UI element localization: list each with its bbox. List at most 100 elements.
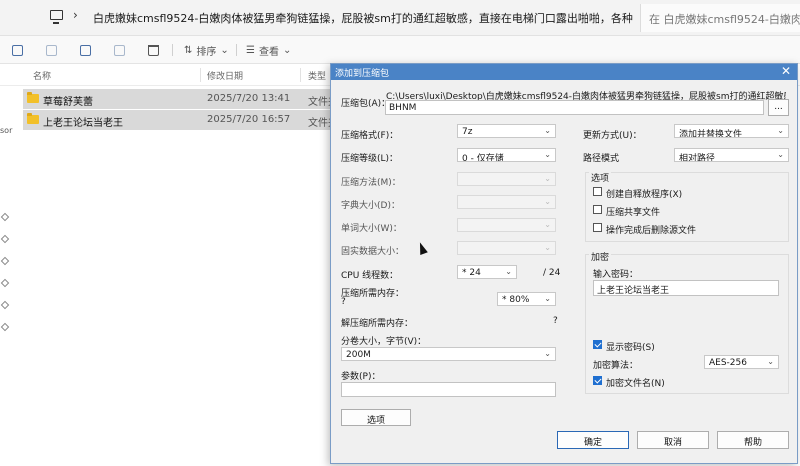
file-date: 2025/7/20 13:41: [207, 93, 291, 104]
memory-unknown: ?: [341, 297, 346, 307]
sfx-checkbox[interactable]: [593, 187, 602, 196]
column-type[interactable]: 类型: [308, 69, 326, 82]
encrypt-names-checkbox[interactable]: [593, 376, 602, 385]
threads-label: CPU 线程数：: [341, 271, 399, 281]
threads-select[interactable]: * 24 ⌄: [457, 265, 517, 279]
solid-size-label: 固实数据大小：: [341, 247, 405, 257]
memory-value: * 80%: [502, 295, 530, 305]
word-size-select[interactable]: ⌄: [457, 218, 556, 232]
toolbar-divider: [236, 44, 237, 56]
file-row[interactable]: 草莓舒芙蕾 2025/7/20 13:41 文件夹: [23, 89, 343, 109]
column-date[interactable]: 修改日期: [207, 69, 243, 82]
dialog-title: 添加到压缩包: [335, 69, 390, 79]
chevron-right-icon[interactable]: ›: [73, 8, 78, 22]
chevron-down-icon: ⌄: [220, 44, 229, 56]
password-input[interactable]: 上老王论坛当老王: [593, 280, 779, 296]
volume-value: 200M: [346, 350, 371, 360]
command-bar: ⇅ 排序 ⌄ ☰ 查看 ⌄: [0, 36, 800, 64]
level-label: 压缩等级(L)：: [341, 154, 399, 164]
options-button[interactable]: 选项: [341, 409, 411, 426]
encryption-method-value: AES-256: [709, 358, 747, 368]
file-row[interactable]: 上老王论坛当老王 2025/7/20 16:57 文件夹: [23, 110, 343, 130]
pin-icon[interactable]: [0, 322, 10, 332]
chevron-down-icon: ⌄: [544, 294, 551, 303]
show-password-checkbox[interactable]: [593, 340, 602, 349]
sort-button[interactable]: ⇅ 排序 ⌄: [184, 42, 229, 58]
encryption-method-select[interactable]: AES-256 ⌄: [704, 355, 779, 369]
delete-after-checkbox[interactable]: [593, 223, 602, 232]
memory-label: 压缩所需内存：: [341, 289, 405, 299]
path-mode-value: 相对路径: [679, 154, 716, 162]
add-to-archive-dialog: 添加到压缩包 ✕ 压缩包(A)： C:\Users\luxi\Desktop\白…: [330, 63, 798, 464]
chevron-down-icon: ⌄: [777, 150, 784, 159]
path-mode-label: 路径模式: [583, 154, 620, 164]
help-button[interactable]: 帮助: [717, 431, 789, 449]
chevron-down-icon: ⌄: [282, 44, 292, 56]
solid-size-select[interactable]: ⌄: [457, 241, 556, 255]
update-mode-select[interactable]: 添加并替换文件 ⌄: [674, 124, 789, 138]
params-input[interactable]: [341, 382, 556, 397]
chevron-down-icon: ⌄: [505, 267, 512, 276]
pin-icon[interactable]: [0, 234, 10, 244]
update-mode-value: 添加并替换文件: [679, 130, 743, 138]
chevron-down-icon: ⌄: [544, 126, 551, 135]
encrypt-names-label[interactable]: 加密文件名(N): [606, 376, 665, 389]
update-mode-label: 更新方式(U)：: [583, 131, 642, 141]
level-select[interactable]: 0 - 仅存储 ⌄: [457, 148, 556, 162]
delete-after-label[interactable]: 操作完成后删除源文件: [606, 223, 696, 236]
rename-icon[interactable]: [80, 42, 91, 58]
word-size-label: 单词大小(W)：: [341, 224, 402, 234]
column-divider[interactable]: [300, 68, 301, 82]
path-mode-select[interactable]: 相对路径 ⌄: [674, 148, 789, 162]
format-value: 7z: [462, 127, 473, 137]
level-value: 0 - 仅存储: [462, 154, 504, 162]
memory-select[interactable]: * 80% ⌄: [497, 292, 556, 306]
dictionary-label: 字典大小(D)：: [341, 201, 400, 211]
chevron-down-icon: ⌄: [544, 243, 551, 252]
trash-icon[interactable]: [148, 42, 159, 58]
encryption-method-label: 加密算法：: [593, 361, 639, 371]
paste-icon[interactable]: [46, 42, 57, 58]
sfx-label[interactable]: 创建自释放程序(X): [606, 187, 682, 200]
pin-icon[interactable]: [0, 278, 10, 288]
show-password-label[interactable]: 显示密码(S): [606, 340, 655, 353]
pin-icon[interactable]: [0, 212, 10, 222]
view-button[interactable]: ☰ 查看 ⌄: [246, 42, 291, 58]
close-icon[interactable]: ✕: [781, 64, 791, 78]
file-date: 2025/7/20 16:57: [207, 114, 291, 125]
method-label: 压缩方法(M)：: [341, 178, 401, 188]
view-icon: ☰: [246, 44, 255, 56]
volume-select[interactable]: 200M ⌄: [341, 347, 556, 361]
dialog-titlebar[interactable]: 添加到压缩包 ✕: [331, 64, 797, 80]
search-box[interactable]: 在 白虎嫩妹cmsfl9524-白嫩肉体被猛男: [640, 4, 800, 32]
ok-button[interactable]: 确定: [557, 431, 629, 449]
decompress-memory-value: ?: [553, 316, 558, 326]
copy-icon[interactable]: [12, 42, 23, 58]
dictionary-select[interactable]: ⌄: [457, 195, 556, 209]
archive-name-input[interactable]: BHNM: [385, 100, 764, 115]
share-icon[interactable]: [114, 42, 125, 58]
cancel-button[interactable]: 取消: [637, 431, 709, 449]
nav-label[interactable]: sor: [0, 126, 12, 135]
pin-icon[interactable]: [0, 256, 10, 266]
format-select[interactable]: 7z ⌄: [457, 124, 556, 138]
chevron-down-icon: ⌄: [544, 349, 551, 358]
encryption-group-title: 加密: [589, 250, 612, 263]
chevron-down-icon: ⌄: [767, 357, 774, 366]
browse-button[interactable]: ...: [768, 99, 789, 116]
shared-files-checkbox[interactable]: [593, 205, 602, 214]
column-divider[interactable]: [200, 68, 201, 82]
method-select[interactable]: ⌄: [457, 172, 556, 186]
file-name: 草莓舒芙蕾: [43, 97, 93, 108]
chevron-down-icon: ⌄: [544, 150, 551, 159]
address-bar[interactable]: › 白虎嫩妹cmsfl9524-白嫩肉体被猛男牵狗链猛操，屁股被sm打的通红超敏…: [0, 0, 800, 36]
shared-files-label[interactable]: 压缩共享文件: [606, 205, 660, 218]
threads-total: / 24: [543, 268, 561, 278]
toolbar-divider: [172, 44, 173, 56]
address-path[interactable]: 白虎嫩妹cmsfl9524-白嫩肉体被猛男牵狗链猛操，屁股被sm打的通红超敏感，…: [93, 10, 633, 26]
column-name[interactable]: 名称: [33, 69, 51, 82]
pin-icon[interactable]: [0, 300, 10, 310]
monitor-icon: [50, 10, 63, 24]
archive-label: 压缩包(A)：: [341, 99, 391, 109]
file-name: 上老王论坛当老王: [43, 118, 123, 129]
